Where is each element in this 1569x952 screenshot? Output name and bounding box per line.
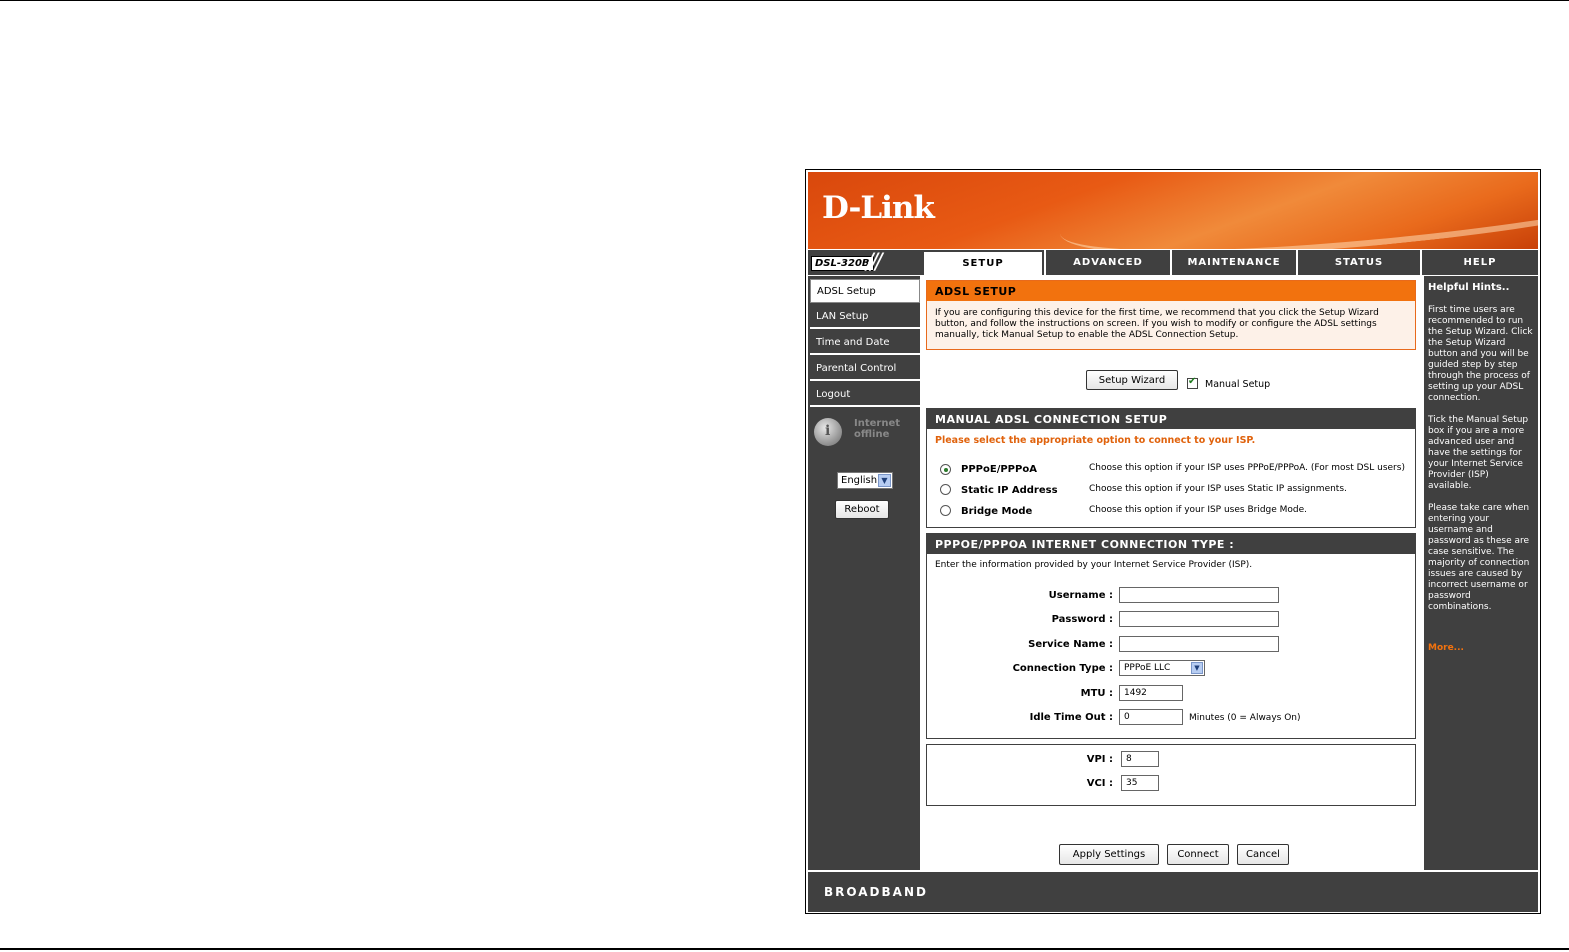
mtu-field[interactable]: 1492	[1119, 685, 1183, 701]
status-line2: offline	[854, 429, 890, 440]
radio-bridge[interactable]	[940, 505, 951, 516]
tab-help[interactable]: HELP	[1420, 250, 1538, 275]
manual-setup-label: Manual Setup	[1205, 379, 1271, 390]
tab-setup[interactable]: SETUP	[922, 250, 1044, 275]
bottom-rule	[0, 948, 1569, 950]
manual-adsl-box: MANUAL ADSL CONNECTION SETUP Please sele…	[926, 408, 1416, 528]
tab-status[interactable]: STATUS	[1296, 250, 1420, 275]
vpi-label: VPI :	[1086, 754, 1113, 765]
sidebar-item-parental-control[interactable]: Parental Control	[810, 357, 920, 381]
connection-type-select[interactable]: PPPoE LLC ▼	[1119, 660, 1205, 676]
radio-static-ip[interactable]	[940, 484, 951, 495]
service-name-field[interactable]	[1119, 636, 1279, 652]
pppoe-title: PPPOE/PPPOA INTERNET CONNECTION TYPE :	[927, 534, 1415, 554]
idle-timeout-field[interactable]: 0	[1119, 709, 1183, 725]
pppoe-box: PPPOE/PPPOA INTERNET CONNECTION TYPE : E…	[926, 533, 1416, 739]
connect-button[interactable]: Connect	[1167, 844, 1229, 865]
password-label: Password :	[1051, 614, 1113, 625]
hint-paragraph-1: First time users are recommended to run …	[1428, 305, 1533, 403]
dlink-logo: D-Link	[822, 190, 935, 226]
manual-adsl-title: MANUAL ADSL CONNECTION SETUP	[927, 409, 1415, 429]
model-slashes-icon: ///	[866, 250, 882, 275]
username-label: Username :	[1048, 590, 1113, 601]
top-rule	[0, 0, 1569, 1]
hint-paragraph-2: Tick the Manual Setup box if you are a m…	[1428, 415, 1529, 491]
main-content: ADSL SETUP If you are configuring this d…	[922, 276, 1422, 870]
model-name: DSL-320B	[811, 256, 874, 271]
mtu-label: MTU :	[1080, 688, 1113, 699]
more-link[interactable]: More...	[1428, 643, 1534, 654]
sidebar-item-logout[interactable]: Logout	[810, 383, 920, 407]
service-name-label: Service Name :	[1028, 639, 1113, 650]
model-badge: DSL-320B ///	[808, 250, 920, 275]
radio-static-ip-label: Static IP Address	[961, 485, 1058, 496]
language-select[interactable]: English ▼	[837, 472, 893, 489]
username-field[interactable]	[1119, 587, 1279, 603]
idle-timeout-hint: Minutes (0 = Always On)	[1189, 713, 1301, 723]
adsl-setup-title: ADSL SETUP	[927, 281, 1415, 301]
footer-brand: BROADBAND	[808, 872, 1538, 912]
header-banner: D-Link	[808, 172, 1538, 249]
tab-maintenance[interactable]: MAINTENANCE	[1170, 250, 1296, 275]
sidebar-item-time-date[interactable]: Time and Date	[810, 331, 920, 355]
radio-pppoe[interactable]	[940, 464, 951, 475]
reboot-button[interactable]: Reboot	[835, 500, 889, 519]
top-navbar: DSL-320B /// SETUP ADVANCED MAINTENANCE …	[808, 250, 1538, 275]
sidebar-item-adsl-setup[interactable]: ADSL Setup	[810, 279, 920, 303]
radio-bridge-label: Bridge Mode	[961, 506, 1033, 517]
cancel-button[interactable]: Cancel	[1237, 844, 1289, 865]
pppoe-intro: Enter the information provided by your I…	[935, 560, 1253, 570]
idle-timeout-label: Idle Time Out :	[1029, 712, 1113, 723]
language-value: English	[841, 475, 878, 486]
chevron-down-icon[interactable]: ▼	[878, 474, 891, 487]
vpi-field[interactable]: 8	[1121, 751, 1159, 767]
chevron-down-icon[interactable]: ▼	[1191, 662, 1203, 674]
adsl-setup-box: ADSL SETUP If you are configuring this d…	[926, 280, 1416, 350]
adsl-setup-intro: If you are configuring this device for t…	[935, 308, 1379, 340]
connection-type-value: PPPoE LLC	[1124, 663, 1171, 673]
vci-label: VCI :	[1086, 778, 1113, 789]
radio-static-ip-desc: Choose this option if your ISP uses Stat…	[1089, 484, 1347, 494]
sidebar-item-lan-setup[interactable]: LAN Setup	[810, 305, 920, 329]
radio-pppoe-desc: Choose this option if your ISP uses PPPo…	[1089, 463, 1405, 473]
setup-wizard-button[interactable]: Setup Wizard	[1086, 370, 1178, 390]
sidebar: ADSL Setup LAN Setup Time and Date Paren…	[808, 276, 920, 870]
hints-title: Helpful Hints..	[1428, 282, 1510, 293]
manual-setup-checkbox[interactable]	[1187, 376, 1198, 389]
vci-field[interactable]: 35	[1121, 775, 1159, 791]
password-field[interactable]	[1119, 611, 1279, 627]
apply-settings-button[interactable]: Apply Settings	[1059, 844, 1159, 865]
connection-type-label: Connection Type :	[1012, 663, 1113, 674]
router-ui-frame: D-Link DSL-320B /// SETUP ADVANCED MAINT…	[805, 169, 1541, 914]
helpful-hints-panel: Helpful Hints.. First time users are rec…	[1424, 276, 1538, 870]
info-globe-icon: i	[814, 418, 842, 446]
tab-advanced[interactable]: ADVANCED	[1044, 250, 1170, 275]
radio-pppoe-label: PPPoE/PPPoA	[961, 464, 1037, 475]
hint-paragraph-3: Please take care when entering your user…	[1428, 503, 1530, 612]
vc-box: VPI : 8 VCI : 35	[926, 744, 1416, 806]
manual-adsl-note: Please select the appropriate option to …	[935, 435, 1256, 446]
status-line1: Internet	[854, 418, 901, 429]
radio-bridge-desc: Choose this option if your ISP uses Brid…	[1089, 505, 1308, 515]
internet-status: i Internet offline	[814, 414, 914, 454]
